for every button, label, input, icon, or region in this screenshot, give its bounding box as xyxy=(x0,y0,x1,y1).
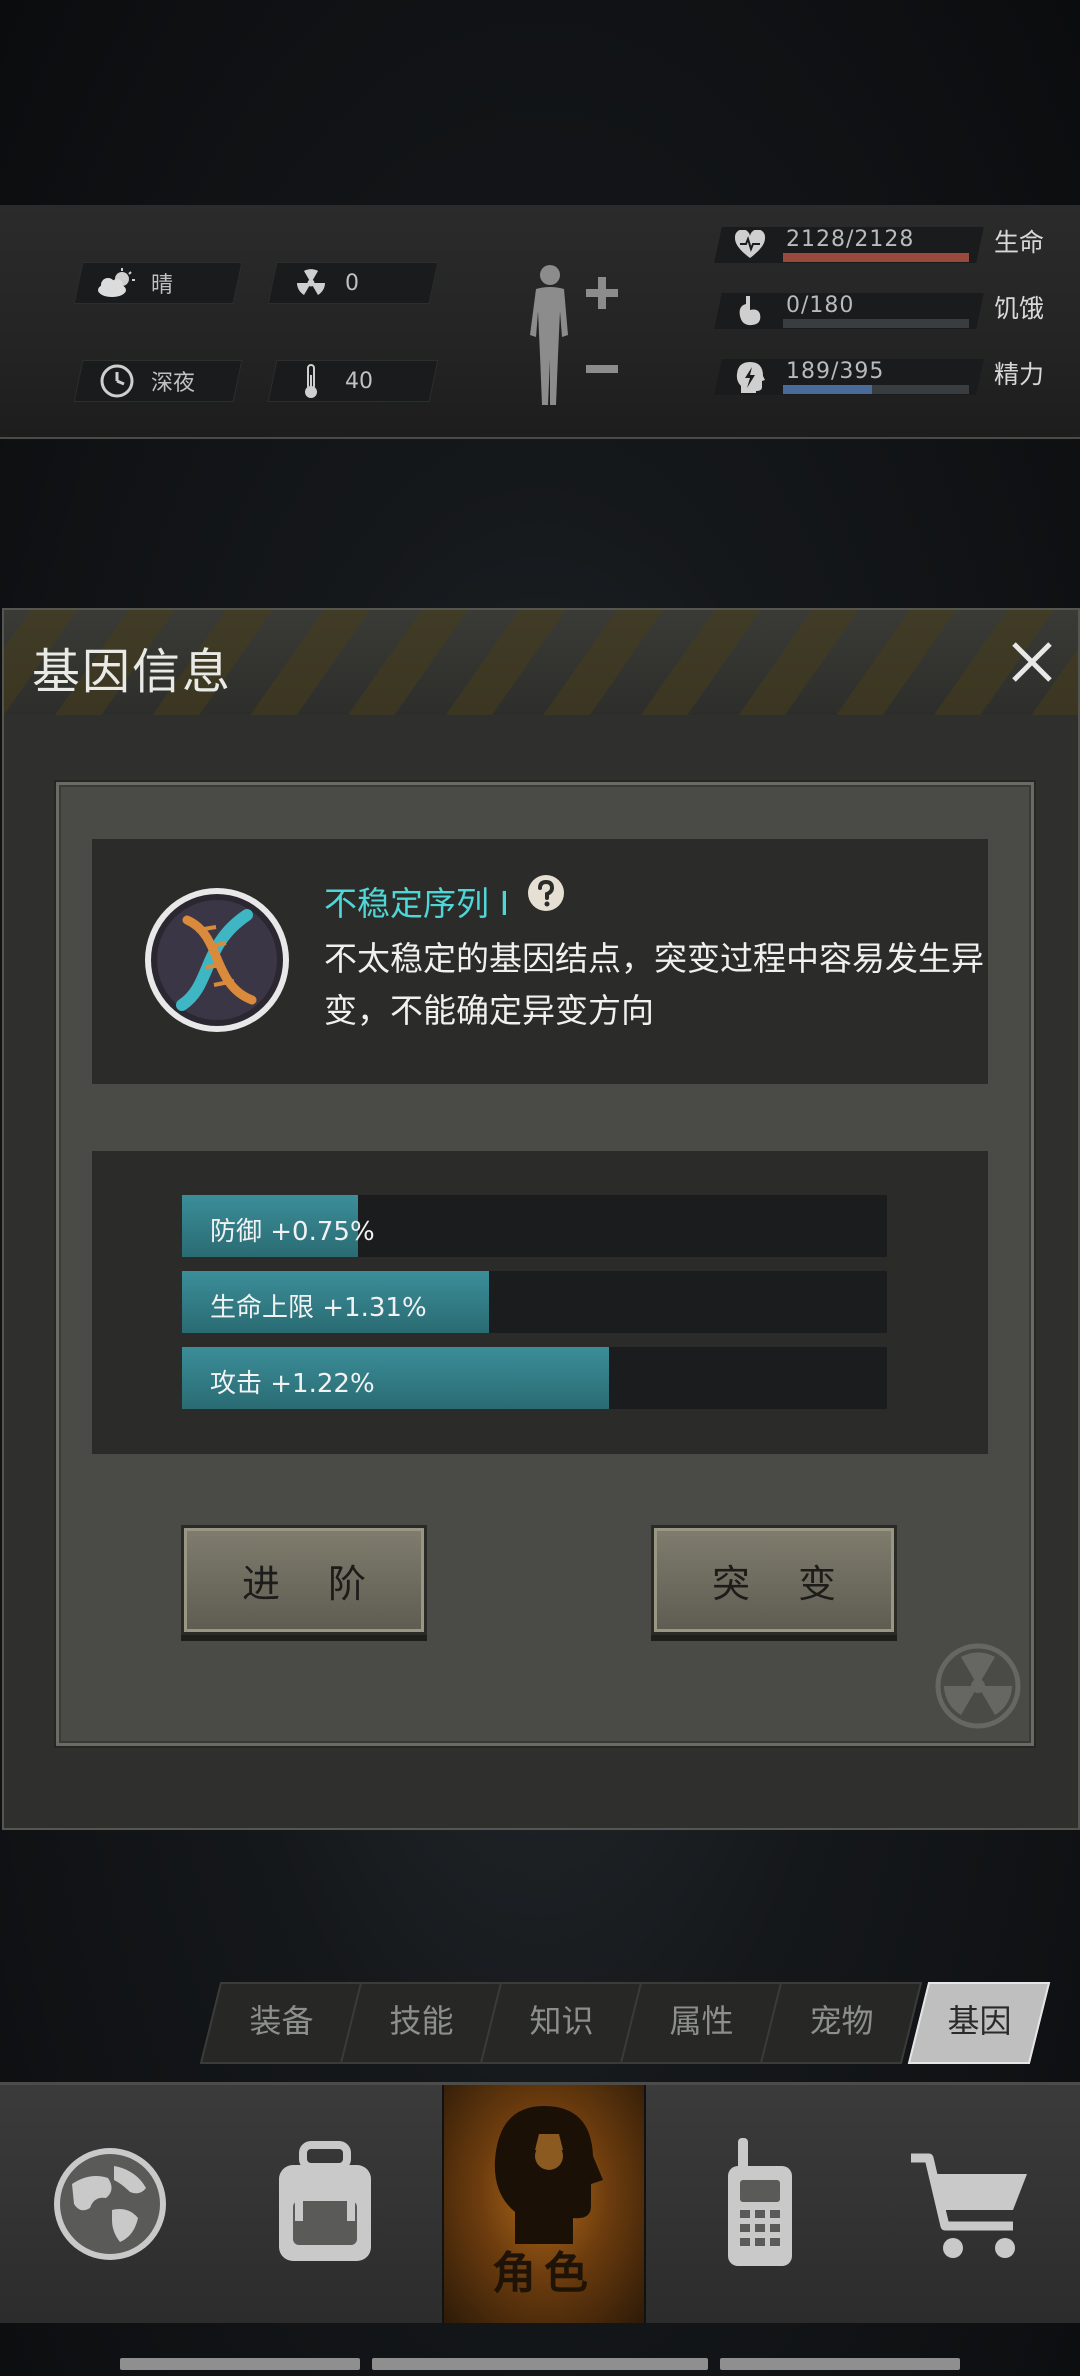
shopping-cart-icon xyxy=(911,2153,1027,2258)
status-bar: 晴 0 深夜 40 2128/2128 生命 0/180 饥饿 189/395 … xyxy=(0,205,1080,439)
energy-bar-fill xyxy=(783,385,872,394)
advance-button[interactable]: 进 阶 xyxy=(181,1525,427,1635)
gene-name: 不稳定序列 I xyxy=(324,884,510,923)
help-icon[interactable] xyxy=(526,873,566,913)
time-label: 深夜 xyxy=(151,371,196,396)
nav-character-label: 角色 xyxy=(492,2248,596,2299)
radiation-value: 0 xyxy=(345,270,359,296)
hunger-value: 0/180 xyxy=(786,293,855,318)
attribute-row-attack: 攻击 +1.22% xyxy=(182,1347,887,1409)
radiation-watermark-icon xyxy=(933,1641,1023,1731)
attribute-bonus-box: 防御 +0.75% 生命上限 +1.31% 攻击 +1.22% xyxy=(92,1151,988,1454)
dna-badge-icon xyxy=(142,875,292,1045)
radiation-icon xyxy=(289,266,333,300)
health-bar-fill xyxy=(783,253,969,262)
cloudy-sun-icon xyxy=(95,266,139,300)
home-indicator-left xyxy=(120,2358,360,2370)
gene-info-box: 不稳定序列 I 不太稳定的基因结点，突变过程中容易发生异变，不能确定异变方向 xyxy=(92,839,988,1084)
gene-info-dialog: 基因信息 不稳定序列 I 不太稳定的基因结点，突变过程中容易发生异变，不能确定异… xyxy=(2,608,1080,1830)
energy-bar xyxy=(783,385,969,394)
tab-label: 知识 xyxy=(529,2002,594,2040)
nav-radio[interactable] xyxy=(660,2085,860,2323)
energy-label: 精力 xyxy=(994,360,1045,389)
home-indicator-right xyxy=(720,2358,960,2370)
tab-label: 宠物 xyxy=(809,2002,874,2040)
heart-icon xyxy=(732,227,768,263)
tab-label: 属性 xyxy=(669,2002,734,2040)
stomach-icon xyxy=(732,293,768,329)
health-value: 2128/2128 xyxy=(786,227,915,252)
walkie-talkie-icon xyxy=(728,2138,792,2266)
hunger-label: 饥饿 xyxy=(994,294,1045,323)
weather-indicator: 晴 xyxy=(73,262,243,304)
body-plus-minus-icon xyxy=(530,265,618,405)
health-bar xyxy=(783,253,969,262)
tab-equipment[interactable]: 装备 xyxy=(199,1982,363,2064)
tab-knowledge[interactable]: 知识 xyxy=(479,1982,643,2064)
dialog-title: 基因信息 xyxy=(32,644,233,700)
globe-icon xyxy=(54,2148,166,2260)
attribute-label: 生命上限 +1.31% xyxy=(210,1293,427,1323)
temperature-indicator: 40 xyxy=(267,360,439,402)
health-label: 生命 xyxy=(994,228,1045,257)
energy-head-icon xyxy=(732,359,768,395)
tab-label: 基因 xyxy=(947,2002,1012,2040)
radiation-indicator: 0 xyxy=(267,262,439,304)
close-button[interactable] xyxy=(1004,634,1060,690)
body-status-button[interactable] xyxy=(520,255,630,415)
energy-stat: 189/395 精力 xyxy=(714,355,1068,399)
dialog-header: 基因信息 xyxy=(4,610,1078,717)
thermometer-icon xyxy=(289,364,333,398)
gene-description: 不太稳定的基因结点，突变过程中容易发生异变，不能确定异变方向 xyxy=(324,939,984,1030)
bottom-navigation: 角色 xyxy=(0,2082,1080,2323)
tab-skills[interactable]: 技能 xyxy=(339,1982,503,2064)
hunger-stat: 0/180 饥饿 xyxy=(714,289,1068,333)
energy-value: 189/395 xyxy=(786,359,885,384)
time-indicator: 深夜 xyxy=(73,360,243,402)
close-icon xyxy=(1012,642,1052,682)
temperature-value: 40 xyxy=(345,368,373,394)
attribute-row-max-health: 生命上限 +1.31% xyxy=(182,1271,887,1333)
backpack-icon xyxy=(279,2141,371,2261)
weather-label: 晴 xyxy=(151,273,174,298)
home-indicator-center xyxy=(372,2358,708,2370)
nav-character[interactable]: 角色 xyxy=(442,2085,646,2323)
character-sub-tabs: 装备 技能 知识 属性 宠物 基因 xyxy=(199,1982,1060,2064)
attribute-label: 攻击 +1.22% xyxy=(210,1369,375,1399)
nav-map[interactable] xyxy=(10,2085,210,2323)
hunger-bar xyxy=(783,319,969,328)
tab-attributes[interactable]: 属性 xyxy=(619,1982,783,2064)
mutate-button[interactable]: 突 变 xyxy=(651,1525,897,1635)
tab-genes[interactable]: 基因 xyxy=(907,1982,1051,2064)
nav-backpack[interactable] xyxy=(225,2085,425,2323)
attribute-row-defense: 防御 +0.75% xyxy=(182,1195,887,1257)
nav-shop[interactable] xyxy=(870,2085,1070,2323)
clock-icon xyxy=(95,364,139,398)
attribute-label: 防御 +0.75% xyxy=(210,1217,375,1247)
health-stat: 2128/2128 生命 xyxy=(714,223,1068,267)
tab-label: 技能 xyxy=(389,2002,454,2040)
tab-label: 装备 xyxy=(249,2002,314,2040)
tab-pets[interactable]: 宠物 xyxy=(759,1982,923,2064)
gene-panel: 不稳定序列 I 不太稳定的基因结点，突变过程中容易发生异变，不能确定异变方向 防… xyxy=(56,782,1034,1746)
